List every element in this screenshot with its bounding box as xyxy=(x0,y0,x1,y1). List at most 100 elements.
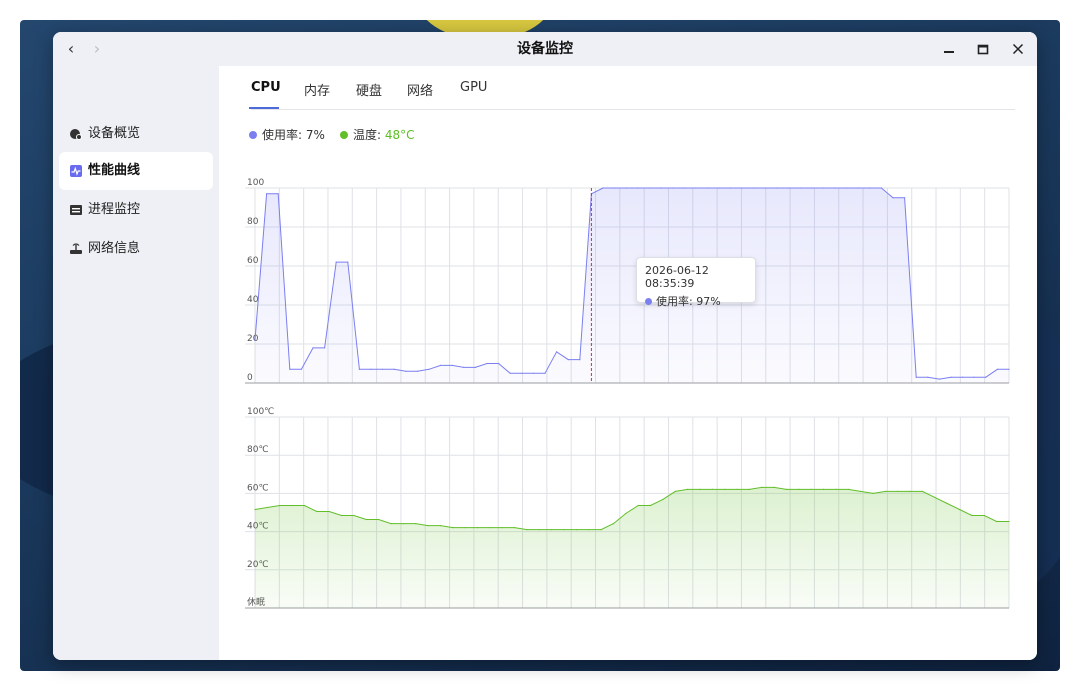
data-point xyxy=(335,261,337,263)
sidebar-item-network[interactable]: 网络信息 xyxy=(59,230,213,268)
tooltip-series-label: 使用率: xyxy=(656,295,697,308)
data-point xyxy=(526,529,528,531)
tab-memory[interactable]: 内存 xyxy=(304,80,330,99)
y-tick-label: 100 xyxy=(247,178,264,188)
data-point xyxy=(761,486,763,488)
y-tick-label: 60 xyxy=(247,256,259,266)
app-window: ‹ › 设备监控 设备概览 性能曲线 进程监控 网络信息 CPU 内存 硬盘 网… xyxy=(53,32,1037,660)
data-point xyxy=(687,488,689,490)
data-point xyxy=(915,376,917,378)
data-point xyxy=(300,368,302,370)
legend-temp-value: 48°C xyxy=(384,128,415,142)
back-button[interactable]: ‹ xyxy=(61,38,81,60)
minimize-icon xyxy=(944,51,954,53)
sidebar: 设备概览 性能曲线 进程监控 网络信息 xyxy=(53,66,219,660)
data-point xyxy=(683,187,685,189)
tab-network[interactable]: 网络 xyxy=(407,80,433,99)
data-point xyxy=(897,490,899,492)
sidebar-item-performance[interactable]: 性能曲线 xyxy=(59,152,213,190)
data-point xyxy=(884,490,887,492)
tab-cpu[interactable]: CPU xyxy=(251,80,281,95)
y-tick-label: 0 xyxy=(247,373,253,383)
data-point xyxy=(938,378,941,380)
y-tick-label: 100℃ xyxy=(247,407,274,417)
sidebar-item-overview[interactable]: 设备概览 xyxy=(59,115,213,153)
data-point xyxy=(860,490,862,492)
data-point xyxy=(822,187,825,189)
series-area xyxy=(255,188,1009,383)
data-point xyxy=(266,506,268,509)
y-tick-label: 40 xyxy=(247,295,259,305)
data-point xyxy=(440,364,442,366)
data-point xyxy=(811,187,813,189)
data-point xyxy=(402,523,404,525)
data-point xyxy=(959,508,961,511)
data-point xyxy=(718,187,720,189)
data-point xyxy=(1008,368,1010,370)
chart-tooltip: 2026-06-12 08:35:39 使用率: 97% xyxy=(636,257,756,308)
data-point xyxy=(798,488,800,490)
legend-temperature[interactable]: 温度: 48°C xyxy=(340,126,415,143)
data-point xyxy=(637,187,639,189)
data-point xyxy=(277,193,279,195)
data-point xyxy=(439,525,441,527)
data-point xyxy=(950,376,952,378)
data-point xyxy=(711,488,713,490)
series-area xyxy=(255,487,1009,608)
data-point xyxy=(962,376,964,378)
data-point xyxy=(985,376,987,378)
y-tick-label: 80℃ xyxy=(247,445,269,455)
data-point xyxy=(612,523,615,525)
data-point xyxy=(773,486,775,488)
data-point xyxy=(328,510,330,513)
data-point xyxy=(382,368,384,370)
process-list-icon xyxy=(70,205,82,215)
tooltip-value: 97% xyxy=(696,295,721,308)
temperature-chart[interactable]: 休眠20℃40℃60℃80℃100℃ xyxy=(245,402,1019,616)
data-point xyxy=(353,514,355,517)
overview-icon xyxy=(70,129,82,140)
main-content: CPU 内存 硬盘 网络 GPU 使用率: 7% 温度: 48°C 0 20 40 6… xyxy=(219,66,1037,660)
data-point xyxy=(463,366,465,368)
data-point xyxy=(921,490,924,492)
data-point xyxy=(393,368,395,370)
data-point xyxy=(405,370,407,372)
data-point xyxy=(416,370,418,372)
legend-usage[interactable]: 使用率: 7% xyxy=(249,126,325,143)
data-point xyxy=(544,372,546,374)
data-point xyxy=(378,518,380,521)
data-point xyxy=(289,368,291,370)
forward-button[interactable]: › xyxy=(87,38,107,60)
maximize-button[interactable] xyxy=(973,39,993,59)
sidebar-item-process[interactable]: 进程监控 xyxy=(59,191,213,229)
data-point xyxy=(662,498,664,500)
data-point xyxy=(556,351,558,353)
tab-gpu[interactable]: GPU xyxy=(460,80,487,95)
data-point xyxy=(823,488,825,490)
minimize-button[interactable] xyxy=(939,39,959,59)
sidebar-item-label: 网络信息 xyxy=(88,241,141,256)
data-point xyxy=(489,527,491,529)
cpu-usage-chart[interactable]: 020406080100 xyxy=(245,176,1019,388)
data-point xyxy=(695,187,697,189)
data-point xyxy=(498,362,500,365)
data-point xyxy=(370,368,372,370)
data-point xyxy=(521,372,523,374)
data-point xyxy=(857,187,859,189)
performance-chart-icon xyxy=(70,165,82,177)
data-point xyxy=(579,359,581,361)
data-point xyxy=(303,504,305,507)
data-point xyxy=(724,488,726,490)
tab-disk[interactable]: 硬盘 xyxy=(356,80,382,99)
data-point xyxy=(312,347,314,349)
window-title: 设备监控 xyxy=(517,41,573,57)
data-point xyxy=(753,187,755,189)
data-point xyxy=(637,504,639,507)
legend-temp-label: 温度: xyxy=(353,128,385,142)
close-button[interactable] xyxy=(1008,39,1028,59)
data-point xyxy=(648,187,650,189)
y-tick-label: 60℃ xyxy=(247,483,269,493)
sidebar-item-label: 进程监控 xyxy=(88,202,141,217)
data-point xyxy=(316,510,318,513)
maximize-icon xyxy=(977,44,989,55)
